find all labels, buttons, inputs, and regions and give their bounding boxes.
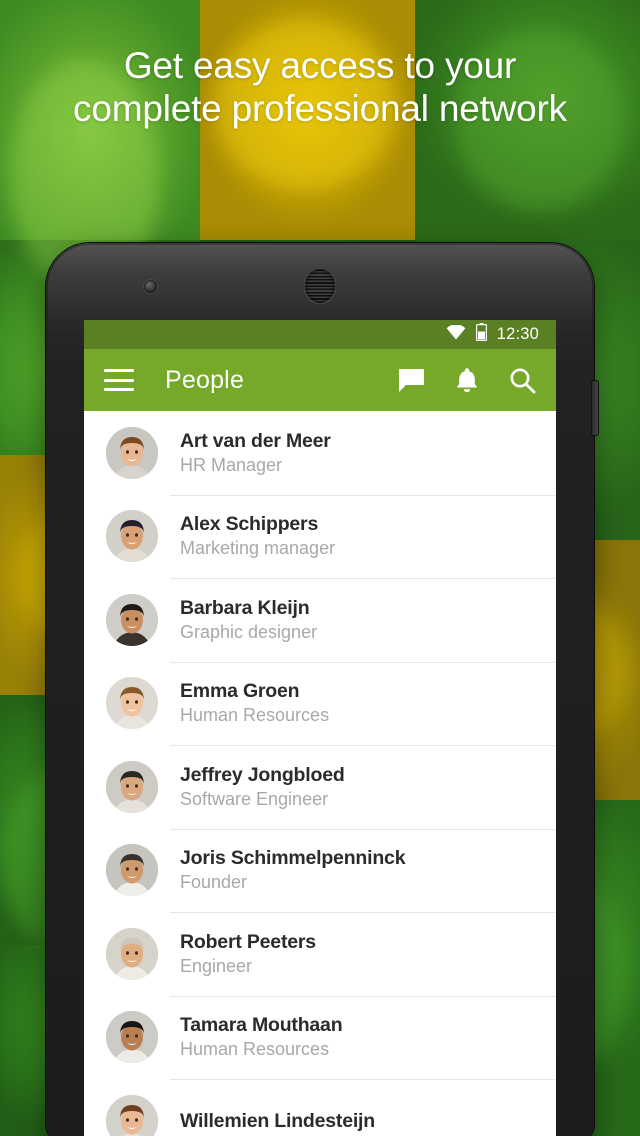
person-row[interactable]: Robert Peeters Engineer: [84, 912, 556, 996]
person-role: Marketing manager: [180, 538, 336, 559]
person-row[interactable]: Jeffrey Jongbloed Software Engineer: [84, 745, 556, 829]
app-bar: People: [84, 349, 556, 411]
hamburger-menu-icon[interactable]: [104, 369, 134, 391]
avatar: [106, 1011, 158, 1064]
page-title: Get easy access to your complete profess…: [73, 45, 567, 129]
person-name: Jeffrey Jongbloed: [180, 763, 345, 786]
person-role: Human Resources: [180, 705, 330, 726]
chat-bubble-icon[interactable]: [398, 368, 425, 393]
person-row[interactable]: Emma Groen Human Resources: [84, 661, 556, 745]
status-bar-clock: 12:30: [496, 325, 539, 343]
people-list: Art van der Meer HR Manager Alex Schippers…: [84, 411, 556, 1136]
person-role: Graphic designer: [180, 621, 318, 642]
person-row[interactable]: Art van der Meer HR Manager: [84, 411, 556, 495]
person-role: Software Engineer: [180, 788, 329, 809]
wifi-icon: [446, 323, 466, 345]
avatar: [106, 510, 158, 563]
person-row[interactable]: Barbara Kleijn Graphic designer: [84, 578, 556, 662]
earpiece-speaker-icon: [305, 269, 335, 303]
avatar: [106, 760, 158, 813]
person-text: Willemien Lindesteijn: [180, 1109, 375, 1133]
avatar: [106, 426, 158, 479]
person-text: Alex Schippers Marketing manager: [180, 512, 335, 560]
person-name: Emma Groen: [180, 680, 300, 703]
avatar: [106, 1094, 158, 1136]
person-name: Barbara Kleijn: [180, 596, 310, 619]
bell-icon[interactable]: [455, 367, 479, 394]
volume-button[interactable]: [592, 381, 598, 435]
search-icon[interactable]: [509, 367, 536, 394]
person-name: Tamara Mouthaan: [180, 1014, 343, 1037]
battery-icon: [475, 323, 487, 346]
person-text: Barbara Kleijn Graphic designer: [180, 596, 317, 644]
person-name: Joris Schimmelpenninck: [180, 847, 406, 870]
person-role: Engineer: [180, 955, 253, 976]
person-name: Willemien Lindesteijn: [180, 1109, 375, 1132]
person-row[interactable]: Joris Schimmelpenninck Founder: [84, 828, 556, 912]
avatar: [106, 844, 158, 897]
person-row[interactable]: Tamara Mouthaan Human Resources: [84, 995, 556, 1079]
person-text: Joris Schimmelpenninck Founder: [180, 846, 406, 894]
person-text: Robert Peeters Engineer: [180, 930, 316, 978]
phone-mockup: 12:30 People Art van der Meer HR Manager…: [46, 243, 598, 1136]
person-role: Human Resources: [180, 1039, 330, 1060]
app-bar-title: People: [165, 365, 245, 394]
front-camera-icon: [144, 280, 157, 293]
person-name: Robert Peeters: [180, 930, 316, 953]
person-row[interactable]: Willemien Lindesteijn: [84, 1079, 556, 1136]
person-text: Art van der Meer HR Manager: [180, 429, 331, 477]
person-role: HR Manager: [180, 454, 283, 475]
app-bar-actions: [398, 367, 536, 394]
avatar: [106, 593, 158, 646]
person-text: Jeffrey Jongbloed Software Engineer: [180, 763, 345, 811]
person-text: Emma Groen Human Resources: [180, 679, 329, 727]
person-name: Alex Schippers: [180, 513, 319, 536]
avatar: [106, 927, 158, 980]
person-role: Founder: [180, 872, 248, 893]
avatar: [106, 677, 158, 730]
status-bar: 12:30: [84, 320, 556, 349]
person-row[interactable]: Alex Schippers Marketing manager: [84, 494, 556, 578]
person-text: Tamara Mouthaan Human Resources: [180, 1013, 343, 1061]
person-name: Art van der Meer: [180, 429, 331, 452]
phone-screen: 12:30 People Art van der Meer HR Manager…: [84, 320, 556, 1136]
